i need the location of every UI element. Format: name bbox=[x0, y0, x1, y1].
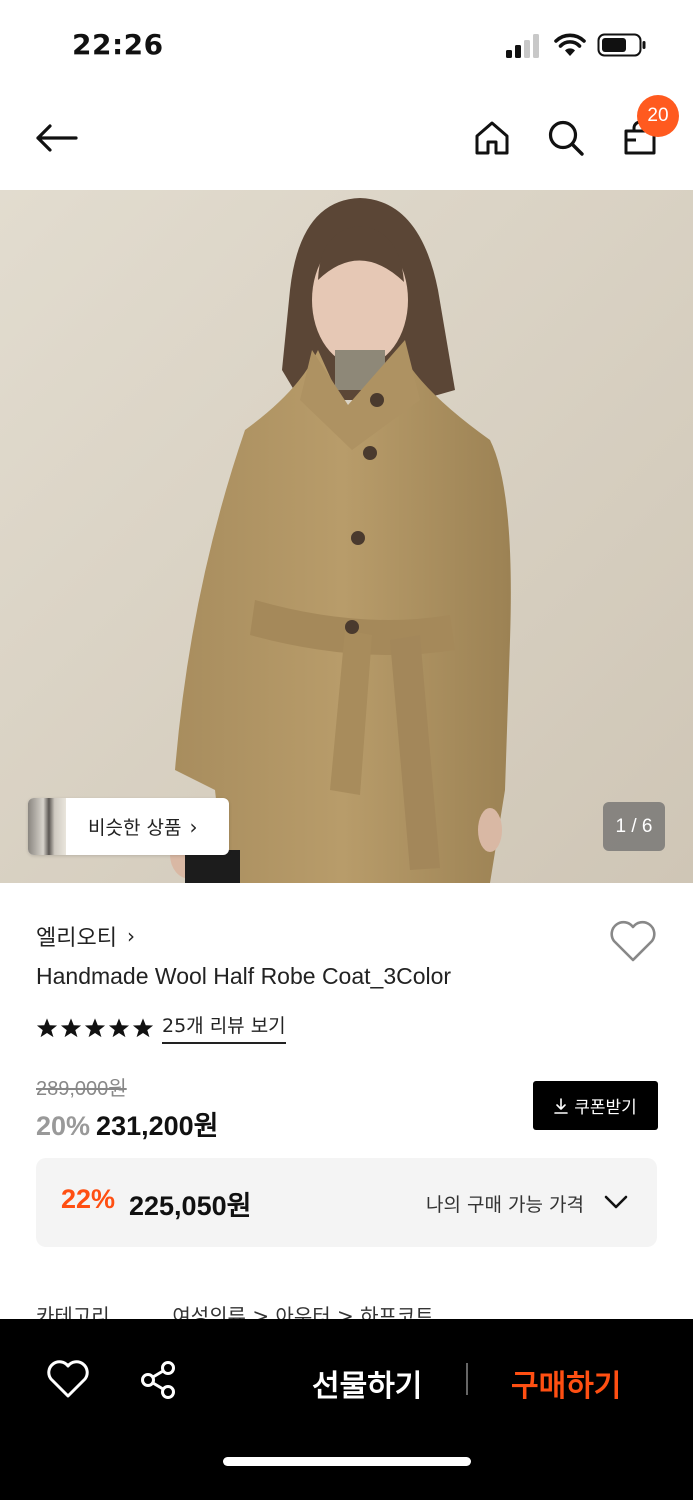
star-icon bbox=[60, 1017, 82, 1037]
home-icon bbox=[475, 121, 509, 155]
best-price-label: 나의 구매 가능 가격 bbox=[426, 1194, 584, 1216]
status-bar: 22:26 bbox=[0, 0, 693, 90]
search-icon bbox=[548, 120, 584, 156]
brand-name: 엘리오티 bbox=[36, 926, 117, 951]
buy-button[interactable]: 구매하기 bbox=[511, 1361, 621, 1405]
rating-stars bbox=[36, 1017, 154, 1039]
coupon-button[interactable]: 쿠폰받기 bbox=[533, 1081, 658, 1130]
wishlist-heart-button[interactable] bbox=[608, 918, 658, 964]
back-arrow-icon bbox=[36, 124, 78, 152]
best-price: 225,050원 bbox=[129, 1191, 252, 1221]
review-link[interactable]: 25개 리뷰 보기 bbox=[162, 1011, 286, 1044]
coupon-label: 쿠폰받기 bbox=[574, 1098, 637, 1118]
sale-price-row: 20% 231,200원 bbox=[36, 1104, 219, 1143]
wifi-icon bbox=[554, 33, 586, 56]
chevron-down-icon bbox=[604, 1195, 628, 1209]
bottom-action-bar: 선물하기 구매하기 bbox=[0, 1319, 693, 1500]
best-discount-percent: 22% bbox=[61, 1184, 116, 1214]
search-button[interactable] bbox=[540, 112, 592, 164]
cart-count-badge: 20 bbox=[637, 95, 679, 137]
cellular-signal-icon bbox=[506, 34, 542, 58]
divider bbox=[466, 1363, 468, 1395]
share-icon[interactable] bbox=[138, 1359, 180, 1401]
home-button[interactable] bbox=[466, 112, 518, 164]
star-icon bbox=[132, 1017, 154, 1037]
back-button[interactable] bbox=[30, 112, 82, 164]
chevron-right-icon: › bbox=[126, 924, 135, 948]
gift-button[interactable]: 선물하기 bbox=[312, 1361, 422, 1405]
coat-model-photo bbox=[0, 190, 693, 883]
category-label: 카테고리 bbox=[36, 1304, 110, 1320]
star-icon bbox=[36, 1017, 58, 1037]
download-icon bbox=[554, 1097, 569, 1114]
status-time: 22:26 bbox=[72, 28, 164, 61]
star-icon bbox=[84, 1017, 106, 1037]
similar-products-label: 비슷한 상품 bbox=[88, 817, 182, 839]
similar-thumbnail bbox=[28, 798, 66, 855]
product-image[interactable] bbox=[0, 190, 693, 883]
rating-row: 25개 리뷰 보기 bbox=[36, 1011, 286, 1044]
category-path[interactable]: 여성의류 > 아우터 > 하프코트 bbox=[172, 1300, 433, 1320]
original-price: 289,000원 bbox=[36, 1078, 127, 1100]
chevron-right-icon: › bbox=[189, 814, 198, 839]
best-price-box[interactable]: 22% 225,050원 나의 구매 가능 가격 bbox=[36, 1158, 657, 1247]
product-name: Handmade Wool Half Robe Coat_3Color bbox=[36, 963, 452, 989]
star-icon bbox=[108, 1017, 130, 1037]
brand-link[interactable]: 엘리오티 › bbox=[36, 920, 135, 952]
top-navigation bbox=[0, 90, 693, 190]
sale-price: 231,200원 bbox=[96, 1111, 219, 1141]
category-row: 카테고리 여성의류 > 아우터 > 하프코트 bbox=[36, 1300, 676, 1320]
heart-icon[interactable] bbox=[46, 1359, 90, 1399]
home-indicator bbox=[223, 1457, 471, 1466]
discount-percent: 20% bbox=[36, 1111, 91, 1141]
battery-icon bbox=[597, 33, 646, 57]
image-page-indicator: 1 / 6 bbox=[603, 802, 665, 851]
similar-products-button[interactable]: 비슷한 상품 › bbox=[28, 798, 229, 855]
